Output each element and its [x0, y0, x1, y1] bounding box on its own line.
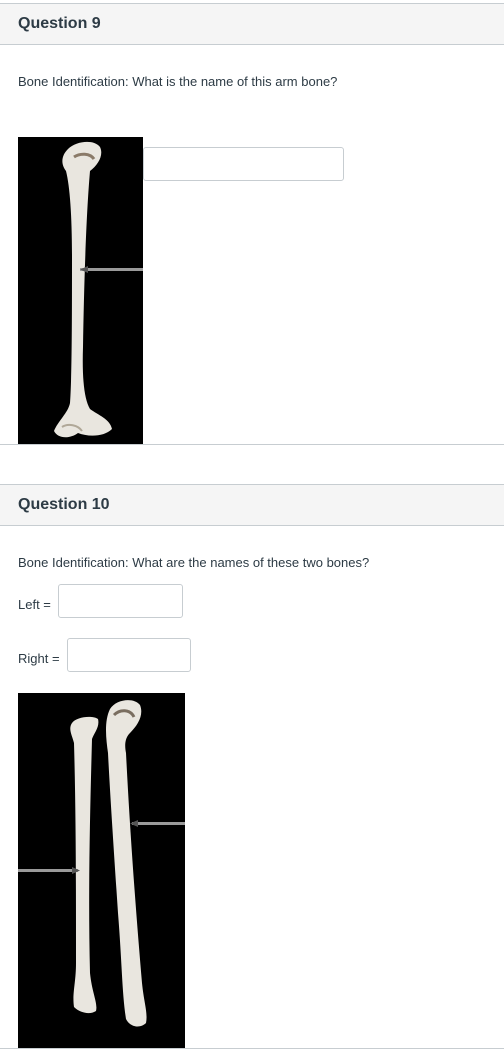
- left-answer-label: Left =: [18, 597, 51, 612]
- question-10-prompt: Bone Identification: What are the names …: [18, 555, 370, 570]
- question-10-title: Question 10: [18, 496, 110, 513]
- question-9-title: Question 9: [18, 15, 101, 32]
- question-9-prompt: Bone Identification: What is the name of…: [18, 74, 338, 89]
- right-answer-label: Right =: [18, 651, 60, 666]
- humerus-image: [18, 137, 143, 444]
- left-answer-input[interactable]: [58, 584, 183, 618]
- question-9-answer-input[interactable]: [143, 147, 344, 181]
- question-10-header: Question 10: [0, 484, 504, 526]
- forearm-bones-image: [18, 693, 185, 1048]
- right-answer-input[interactable]: [67, 638, 191, 672]
- question-10-divider: [0, 1048, 504, 1049]
- question-9-header: Question 9: [0, 3, 504, 45]
- question-9-divider: [0, 444, 504, 445]
